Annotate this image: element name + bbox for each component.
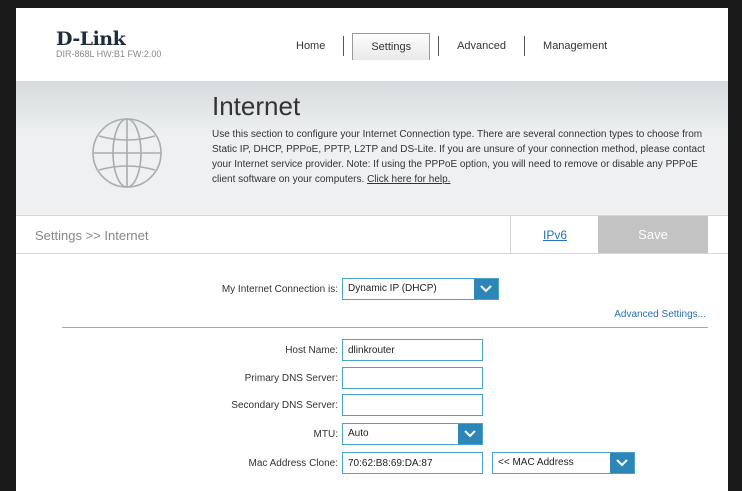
mtu-label: MTU: — [313, 429, 338, 440]
mac-clone-row: Mac Address Clone: 70:62:B8:69:DA:87 << … — [16, 452, 728, 476]
router-admin-page: D-Link DIR-868L HW:B1 FW:2.00 Home Setti… — [16, 8, 728, 491]
mac-address-select-value: << MAC Address — [498, 457, 574, 468]
description-text: Use this section to configure your Inter… — [212, 129, 705, 185]
mtu-row: MTU: Auto — [16, 423, 728, 447]
nav-home[interactable]: Home — [278, 33, 343, 59]
connection-type-select[interactable]: Dynamic IP (DHCP) — [342, 278, 499, 300]
host-name-row: Host Name: dlinkrouter — [16, 339, 728, 363]
help-link[interactable]: Click here for help. — [367, 174, 450, 185]
save-button[interactable]: Save — [598, 216, 708, 254]
page-banner: Internet Use this section to configure y… — [16, 81, 728, 215]
host-name-label: Host Name: — [285, 345, 338, 356]
nav-management[interactable]: Management — [525, 33, 625, 59]
connection-type-row: My Internet Connection is: Dynamic IP (D… — [16, 278, 728, 302]
model-info: DIR-868L HW:B1 FW:2.00 — [56, 49, 162, 59]
primary-dns-label: Primary DNS Server: — [244, 373, 338, 384]
connection-type-value: Dynamic IP (DHCP) — [348, 283, 437, 294]
advanced-settings-link[interactable]: Advanced Settings... — [614, 309, 706, 320]
ipv6-link[interactable]: IPv6 — [510, 216, 599, 254]
mac-address-input[interactable]: 70:62:B8:69:DA:87 — [342, 452, 483, 474]
main-nav: Home Settings Advanced Management — [278, 28, 625, 64]
header: D-Link DIR-868L HW:B1 FW:2.00 Home Setti… — [16, 8, 728, 81]
primary-dns-input[interactable] — [342, 367, 483, 389]
host-name-input[interactable]: dlinkrouter — [342, 339, 483, 361]
mac-clone-label: Mac Address Clone: — [248, 458, 339, 469]
secondary-dns-label: Secondary DNS Server: — [231, 400, 338, 411]
section-divider — [62, 327, 708, 328]
globe-icon — [92, 118, 162, 188]
chevron-down-icon[interactable] — [474, 279, 498, 299]
secondary-dns-row: Secondary DNS Server: — [16, 394, 728, 418]
primary-dns-row: Primary DNS Server: — [16, 367, 728, 391]
page-description: Use this section to configure your Inter… — [212, 127, 712, 187]
breadcrumb: Settings >> Internet — [35, 228, 149, 243]
secondary-dns-input[interactable] — [342, 394, 483, 416]
internet-settings-form: My Internet Connection is: Dynamic IP (D… — [16, 253, 728, 491]
nav-settings[interactable]: Settings — [352, 32, 431, 60]
mac-address-select[interactable]: << MAC Address — [492, 452, 635, 474]
mtu-select[interactable]: Auto — [342, 423, 483, 445]
nav-advanced[interactable]: Advanced — [439, 33, 524, 59]
chevron-down-icon[interactable] — [458, 424, 482, 444]
page-title: Internet — [212, 91, 301, 121]
chevron-down-icon[interactable] — [610, 453, 634, 473]
connection-type-label: My Internet Connection is: — [221, 284, 338, 295]
mtu-value: Auto — [348, 428, 369, 439]
dlink-logo: D-Link — [56, 28, 126, 50]
settings-bar: Settings >> Internet IPv6 Save — [16, 215, 728, 254]
nav-divider — [343, 36, 345, 56]
